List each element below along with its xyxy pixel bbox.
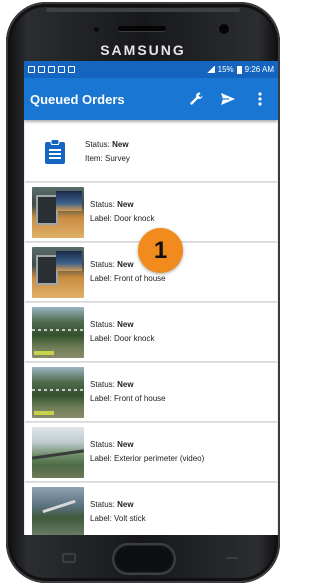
label-label: Label: [90,274,115,283]
battery-icon [236,65,242,74]
order-item-line: Item: Survey [85,152,130,166]
status-label: Status: [90,440,118,449]
order-thumbnail [32,306,84,358]
signal-icon [206,66,215,73]
status-label: Status: [90,320,118,329]
notification-icon [58,66,65,73]
label-label: Label: [90,334,115,343]
order-label: Door knock [114,334,155,343]
order-thumbnail [32,246,84,298]
status-bar: 15% 9:26 AM [24,61,278,78]
status-label: Status: [90,200,118,209]
back-icon[interactable] [226,553,238,563]
earpiece-speaker [118,26,166,31]
status-label: Status: [85,139,113,149]
order-status: New [117,260,134,269]
order-item[interactable]: Status: New Label: Volt stick [25,483,277,535]
order-label: Door knock [114,214,155,223]
status-label: Status: [90,380,118,389]
order-thumbnail [32,486,84,535]
order-status: New [117,440,134,449]
order-status: New [112,139,129,149]
order-label-line: Label: Front of house [90,392,166,406]
order-label-line: Label: Volt stick [90,512,146,526]
clipboard-icon [45,138,65,164]
more-vert-icon[interactable] [250,89,270,109]
order-status-line: Status: New [85,138,130,152]
status-label: Status: [90,260,118,269]
order-details: Status: New Label: Exterior perimeter (v… [90,438,204,466]
order-item: Survey [105,153,130,163]
order-label: Volt stick [114,514,146,523]
clock: 9:26 AM [244,65,274,74]
home-button[interactable] [114,545,174,573]
battery-percent: 15% [217,65,234,74]
order-item[interactable]: Status: New Label: Front of house [25,363,277,422]
status-label: Status: [90,500,118,509]
order-label: Exterior perimeter (video) [114,454,205,463]
queued-orders-list: Status: New Item: Survey Status: New Lab… [24,120,278,535]
order-details: Status: New Label: Volt stick [90,498,146,526]
order-status: New [117,380,134,389]
order-thumbnail [32,366,84,418]
annotation-badge: 1 [138,228,183,273]
order-label-line: Label: Door knock [90,212,155,226]
notification-icon [38,66,45,73]
order-item[interactable]: Status: New Label: Exterior perimeter (v… [25,423,277,482]
order-label-line: Label: Exterior perimeter (video) [90,452,204,466]
order-label-line: Label: Door knock [90,332,155,346]
order-thumbnail [32,426,84,478]
phone-top-edge [46,8,240,12]
page-title: Queued Orders [30,91,125,107]
order-details: Status: New Item: Survey [85,138,130,166]
order-status-line: Status: New [90,198,155,212]
order-status-line: Status: New [90,438,204,452]
proximity-sensor [94,27,99,32]
send-icon[interactable] [218,89,238,109]
order-details: Status: New Label: Front of house [90,378,166,406]
order-status: New [117,500,134,509]
order-details: Status: New Label: Door knock [90,318,155,346]
notification-icon [28,66,35,73]
order-item-survey[interactable]: Status: New Item: Survey [25,122,277,182]
order-label: Front of house [114,394,166,403]
order-status-line: Status: New [90,318,155,332]
order-icon-slot [25,127,85,177]
label-label: Label: [90,214,115,223]
label-label: Label: [90,394,115,403]
order-status-line: Status: New [90,498,146,512]
order-status: New [117,320,134,329]
app-screen: 15% 9:26 AM Queued Orders Status: New It… [24,61,278,535]
order-status-line: Status: New [90,378,166,392]
notification-icon [68,66,75,73]
order-details: Status: New Label: Door knock [90,198,155,226]
item-label: Item: [85,153,106,163]
wrench-icon[interactable] [186,89,206,109]
label-label: Label: [90,514,115,523]
notification-icons [28,66,75,73]
label-label: Label: [90,454,115,463]
front-camera [219,24,229,34]
app-bar: Queued Orders [24,78,278,120]
order-label: Front of house [114,274,166,283]
notification-icon [48,66,55,73]
recent-apps-icon[interactable] [62,553,76,563]
order-label-line: Label: Front of house [90,272,166,286]
order-thumbnail [32,186,84,238]
order-status: New [117,200,134,209]
order-item[interactable]: Status: New Label: Door knock [25,303,277,362]
brand-logo: SAMSUNG [100,42,186,58]
